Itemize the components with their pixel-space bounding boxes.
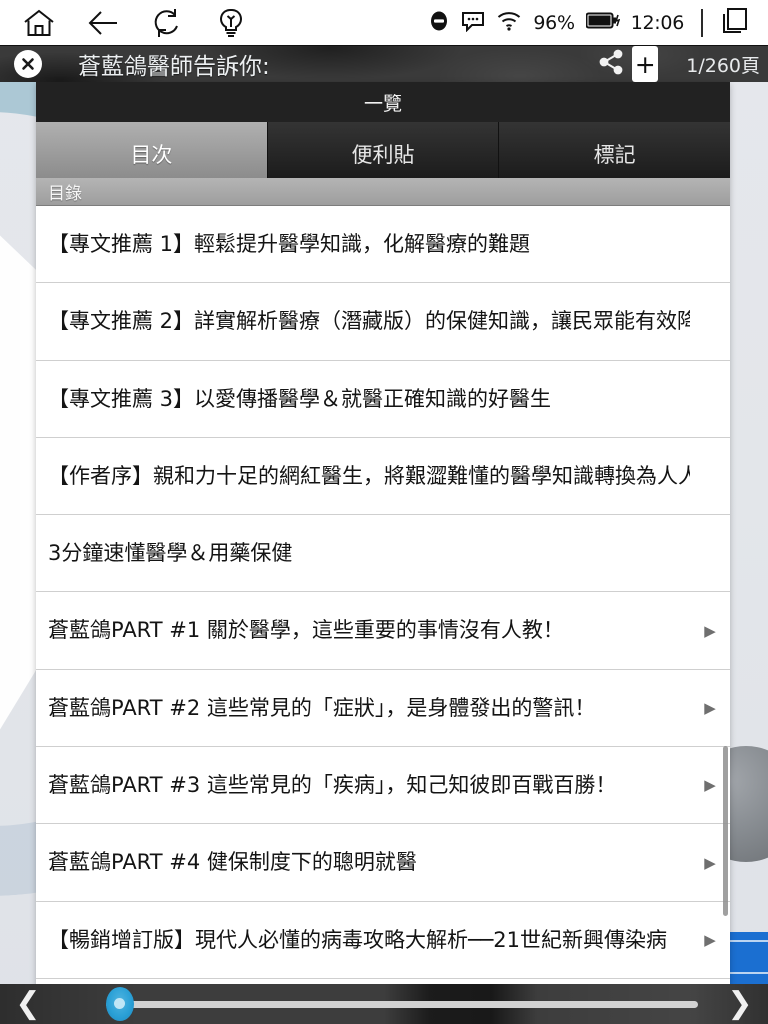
system-nav-icons xyxy=(0,6,248,40)
multitask-windows-icon[interactable] xyxy=(720,6,750,40)
close-icon[interactable] xyxy=(14,50,42,78)
toc-item-label: 【專文推薦 2】詳實解析醫療（潛藏版）的保健知識，讓民眾能有效降低疾病的危機 xyxy=(48,309,690,334)
section-header-label: 目錄 xyxy=(48,184,82,204)
frontlight-bulb-icon[interactable] xyxy=(214,6,248,40)
panel-tab-strip: 目次 便利貼 標記 xyxy=(36,122,731,178)
list-item[interactable]: 【作者序】親和力十足的網紅醫生，將艱澀難懂的醫學知識轉換為人人都能理解的語言 ▶ xyxy=(36,437,730,516)
battery-percent-label: 96% xyxy=(533,12,575,34)
scrollbar-thumb[interactable] xyxy=(723,746,728,916)
toc-item-label: 蒼藍鴿PART #2 這些常見的「症狀」，是身體發出的警訊！ xyxy=(48,695,596,720)
reader-top-toolbar: 蒼藍鴿醫師告訴你: + 1/260頁 xyxy=(0,46,768,82)
list-item[interactable]: 3分鐘速懂醫學＆用藥保健 ▶ xyxy=(36,515,730,593)
slider-track[interactable] xyxy=(106,1000,698,1008)
slider-thumb[interactable] xyxy=(106,987,134,1021)
tab-contents[interactable]: 目次 xyxy=(36,122,268,178)
list-item[interactable]: 【暢銷增訂版】現代人必懂的病毒攻略大解析──21世紀新興傳染病 ▶ xyxy=(36,901,730,979)
message-bubble-icon xyxy=(461,10,485,36)
list-item[interactable]: 蒼藍鴿PART #4 健保制度下的聰明就醫 ▶ xyxy=(36,824,730,902)
book-title: 蒼藍鴿醫師告訴你: xyxy=(78,54,270,80)
tab-marks[interactable]: 標記 xyxy=(499,122,731,178)
list-item[interactable]: 【專文推薦 2】詳實解析醫療（潛藏版）的保健知識，讓民眾能有效降低疾病的危機 ▶ xyxy=(36,283,730,361)
toc-item-label: 【專文推薦 3】以愛傳播醫學＆就醫正確知識的好醫生 xyxy=(48,386,552,411)
list-scrollbar[interactable] xyxy=(723,206,728,994)
list-item[interactable]: 蒼藍鴿PART #1 關於醫學，這些重要的事情沒有人教！ ▶ xyxy=(36,592,730,670)
toc-item-label: 【專文推薦 1】輕鬆提升醫學知識，化解醫療的難題 xyxy=(48,231,531,256)
bottom-navigation-bar: ❮ ❯ xyxy=(0,984,768,1024)
page-slider[interactable] xyxy=(58,984,710,1024)
status-divider xyxy=(701,9,703,37)
toc-item-label: 【作者序】親和力十足的網紅醫生，將艱澀難懂的醫學知識轉換為人人都能理解的語言 xyxy=(48,463,690,488)
share-icon[interactable] xyxy=(596,47,626,81)
add-bookmark-button[interactable]: + xyxy=(632,46,659,82)
toc-item-label: 【暢銷增訂版】現代人必懂的病毒攻略大解析──21世紀新興傳染病 xyxy=(48,927,668,952)
system-status-bar: 96% 12:06 xyxy=(0,0,768,46)
wifi-icon xyxy=(496,10,522,36)
toc-item-label: 蒼藍鴿PART #1 關於醫學，這些重要的事情沒有人教！ xyxy=(48,618,564,643)
toc-item-label: 蒼藍鴿PART #4 健保制度下的聰明就醫 xyxy=(48,850,417,875)
toc-list[interactable]: 【專文推薦 1】輕鬆提升醫學知識，化解醫療的難題 ▶ 【專文推薦 2】詳實解析醫… xyxy=(36,206,730,994)
section-header: 目錄 xyxy=(36,178,730,206)
previous-page-button[interactable]: ❮ xyxy=(0,989,56,1019)
home-icon[interactable] xyxy=(22,6,56,40)
system-status-icons: 96% 12:06 xyxy=(428,6,768,40)
list-item[interactable]: 【專文推薦 3】以愛傳播醫學＆就醫正確知識的好醫生 ▶ xyxy=(36,360,730,438)
page-indicator: 1/260頁 xyxy=(686,54,760,77)
refresh-icon[interactable] xyxy=(150,6,184,40)
panel-title-bar: 一覽 xyxy=(36,82,730,122)
clock-label: 12:06 xyxy=(630,12,685,34)
list-item[interactable]: 【專文推薦 1】輕鬆提升醫學知識，化解醫療的難題 ▶ xyxy=(36,206,730,284)
battery-charging-icon xyxy=(585,11,620,35)
next-page-button[interactable]: ❯ xyxy=(712,989,768,1019)
toc-overlay-panel: 一覽 目次 便利貼 標記 目錄 【專文推薦 1】輕鬆提升醫學知識，化解醫療的難題… xyxy=(36,82,731,994)
toc-item-label: 3分鐘速懂醫學＆用藥保健 xyxy=(48,541,293,566)
back-arrow-icon[interactable] xyxy=(86,6,120,40)
toc-item-label: 蒼藍鴿PART #3 這些常見的「疾病」，知己知彼即百戰百勝！ xyxy=(48,773,617,798)
do-not-disturb-icon xyxy=(428,9,450,37)
list-item[interactable]: 蒼藍鴿PART #3 這些常見的「疾病」，知己知彼即百戰百勝！ ▶ xyxy=(36,747,730,825)
tab-sticky-notes[interactable]: 便利貼 xyxy=(267,122,500,178)
list-item[interactable]: 蒼藍鴿PART #2 這些常見的「症狀」，是身體發出的警訊！ ▶ xyxy=(36,669,730,748)
panel-title: 一覽 xyxy=(363,92,402,115)
